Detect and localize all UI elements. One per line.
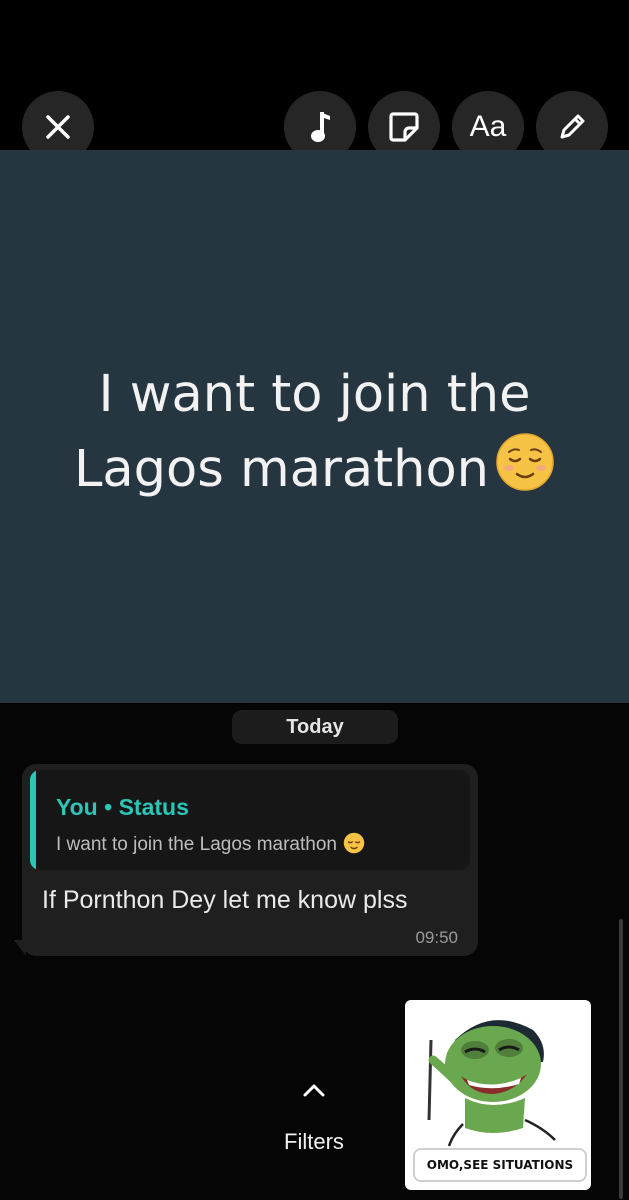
sticker-icon xyxy=(389,112,419,142)
status-editor-toolbar: Aa xyxy=(0,0,629,163)
message-timestamp: 09:50 xyxy=(415,928,458,947)
chat-preview: Today You • Status I want to join the La… xyxy=(0,704,629,1200)
status-text-line2: Lagos marathon xyxy=(73,439,490,499)
message-text: If Pornthon Dey let me know plss xyxy=(42,886,408,914)
pepe-frog-sticker-icon xyxy=(427,1020,556,1147)
relieved-face-emoji-icon xyxy=(496,432,554,491)
filters-button[interactable]: Filters xyxy=(264,1076,364,1166)
quote-accent-bar xyxy=(30,770,36,870)
relieved-face-emoji-icon xyxy=(343,832,365,854)
message-bubble[interactable]: You • Status I want to join the Lagos ma… xyxy=(22,764,478,956)
status-text: I want to join the Lagos marathon xyxy=(35,357,595,507)
chevron-up-icon xyxy=(303,1084,325,1097)
text-tool-label: Aa xyxy=(469,110,507,143)
status-canvas[interactable]: I want to join the Lagos marathon xyxy=(0,150,629,703)
sticker-caption: OMO,SEE SITUATIONS xyxy=(413,1148,587,1182)
quote-author: You • Status xyxy=(56,794,189,820)
music-note-icon xyxy=(311,112,330,142)
date-separator: Today xyxy=(232,710,398,744)
quote-text-content: I want to join the Lagos marathon xyxy=(56,834,337,855)
quote-text: I want to join the Lagos marathon xyxy=(56,832,365,856)
scrollbar[interactable] xyxy=(619,919,623,1199)
sticker-thumbnail[interactable]: OMO,SEE SITUATIONS xyxy=(405,1000,591,1190)
close-icon xyxy=(46,115,70,139)
status-text-line1: I want to join the xyxy=(98,364,531,424)
filters-label: Filters xyxy=(284,1129,344,1154)
status-reply-quote[interactable]: You • Status I want to join the Lagos ma… xyxy=(30,770,470,870)
pencil-icon xyxy=(560,114,585,139)
